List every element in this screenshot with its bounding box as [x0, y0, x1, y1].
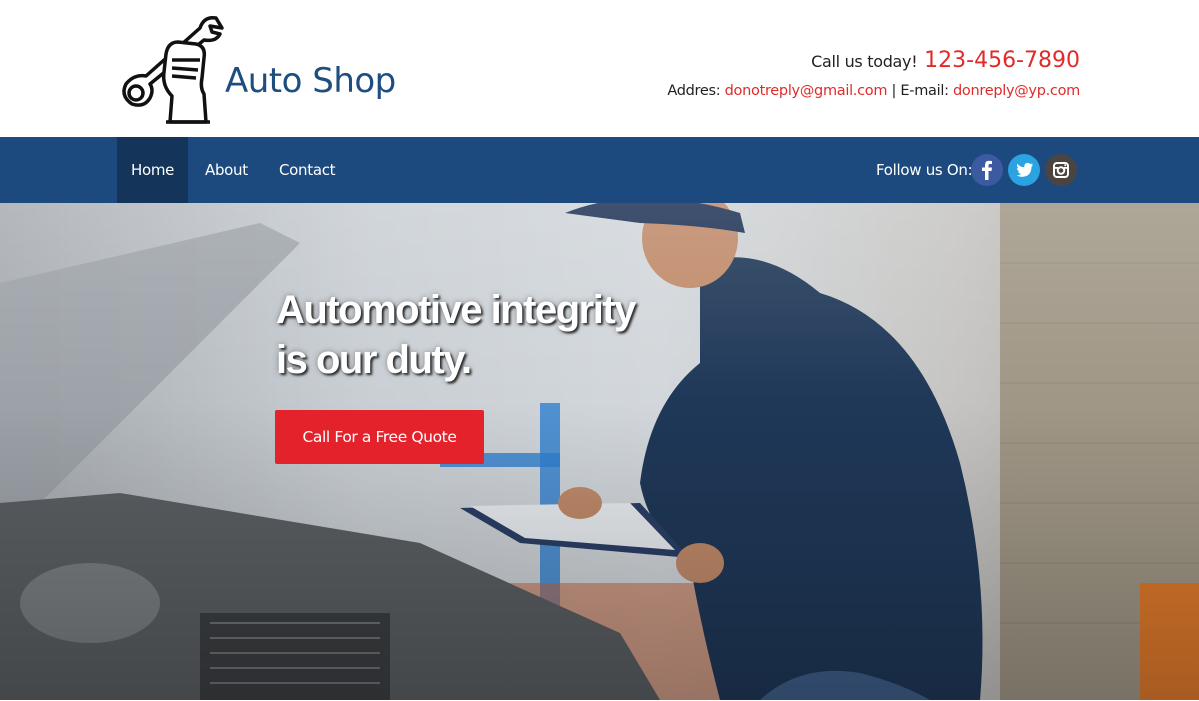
- brand-name: Auto Shop: [225, 61, 396, 101]
- address-label: Addres:: [667, 83, 721, 99]
- facebook-icon[interactable]: [971, 154, 1003, 186]
- header-contact: Call us today! 123-456-7890 Addres: dono…: [667, 48, 1080, 99]
- main-nav: Home About Contact Follow us On:: [0, 137, 1199, 203]
- email-label: E-mail:: [900, 83, 949, 99]
- free-quote-button[interactable]: Call For a Free Quote: [275, 410, 484, 464]
- hero-headline-line2: is our duty.: [276, 338, 472, 382]
- twitter-icon[interactable]: [1008, 154, 1040, 186]
- email-link[interactable]: donreply@yp.com: [953, 83, 1080, 99]
- hero-headline: Automotive integrity is our duty.: [276, 285, 696, 385]
- logo[interactable]: Auto Shop: [116, 14, 406, 126]
- separator: |: [891, 83, 897, 99]
- follow-label: Follow us On:: [876, 161, 973, 179]
- nav-item-home[interactable]: Home: [117, 137, 189, 203]
- instagram-icon[interactable]: [1045, 154, 1077, 186]
- call-line: Call us today! 123-456-7890: [667, 48, 1080, 73]
- nav-item-contact[interactable]: Contact: [265, 137, 349, 203]
- phone-number[interactable]: 123-456-7890: [924, 48, 1080, 73]
- call-label: Call us today!: [811, 52, 918, 71]
- wrench-fist-icon: [122, 15, 224, 124]
- hero-banner: Automotive integrity is our duty. Call F…: [0, 203, 1199, 700]
- address-line: Addres: donotreply@gmail.com | E-mail: d…: [667, 83, 1080, 99]
- hero-headline-line1: Automotive integrity: [276, 288, 636, 332]
- site-header: Auto Shop Call us today! 123-456-7890 Ad…: [0, 0, 1199, 137]
- nav-item-about[interactable]: About: [191, 137, 262, 203]
- address-link[interactable]: donotreply@gmail.com: [725, 83, 888, 99]
- hero-overlay: [0, 203, 1199, 700]
